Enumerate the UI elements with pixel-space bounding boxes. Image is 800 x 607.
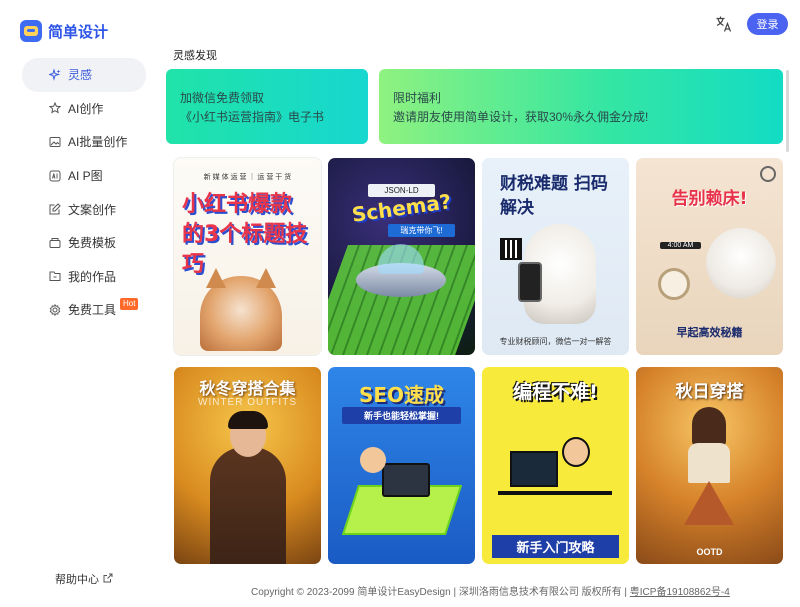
banner-line-1: 加微信免费领取 bbox=[180, 91, 265, 105]
sidebar-item-label: 我的作品 bbox=[68, 269, 117, 284]
template-icon bbox=[48, 236, 62, 250]
template-card[interactable]: JSON-LD Schema? 瑞克带你飞! bbox=[328, 158, 475, 355]
section-title: 灵感发现 bbox=[173, 50, 217, 62]
header-actions: 登录 bbox=[715, 13, 788, 35]
card-tagline: 4:00 AM bbox=[660, 242, 701, 249]
sun-icon bbox=[760, 166, 776, 182]
card-title: 秋日穿搭 bbox=[675, 382, 744, 402]
card-title: 秋冬穿搭合集 bbox=[199, 379, 296, 398]
sparkle-icon bbox=[48, 68, 62, 82]
translate-icon[interactable] bbox=[715, 15, 733, 33]
person-illustration bbox=[210, 447, 286, 564]
sidebar-item-copywriting[interactable]: 文案创作 bbox=[22, 192, 146, 226]
template-card[interactable]: 告别赖床! 4:00 AM 早起高效秘籍 bbox=[636, 158, 783, 355]
person-head bbox=[562, 437, 590, 467]
sidebar-item-templates[interactable]: 免费模板 bbox=[22, 226, 146, 260]
image-icon bbox=[48, 135, 62, 149]
phone-icon bbox=[518, 262, 542, 302]
person-hair bbox=[228, 411, 268, 429]
sidebar-nav: 灵感 AI创作 AI批量创作 AI P图 文案创作 免费模板 我的作品 免费工具… bbox=[22, 58, 146, 327]
banner-line-2: 邀请朋友使用简单设计，获取30%永久佣金分成! bbox=[393, 110, 649, 124]
card-subtitle: 专业财税顾问，微信一对一解答 bbox=[499, 337, 612, 346]
qr-code-icon bbox=[500, 238, 522, 260]
alarm-clock-icon bbox=[658, 268, 690, 300]
card-title: 编程不难! bbox=[513, 381, 598, 403]
footer-copyright: Copyright © 2023-2099 简单设计EasyDesign | 深… bbox=[251, 587, 630, 598]
person-head bbox=[360, 447, 386, 473]
template-card[interactable]: 编程不难! 新手入门攻略 bbox=[482, 367, 629, 564]
sidebar-item-free-tools[interactable]: 免费工具 Hot bbox=[22, 293, 146, 327]
template-card[interactable]: 财税难题 扫码解决 专业财税顾问，微信一对一解答 bbox=[482, 158, 629, 355]
cat-ear-left bbox=[206, 268, 226, 288]
gear-icon bbox=[48, 303, 62, 317]
desk bbox=[498, 491, 612, 495]
footer-icp-link[interactable]: 粤ICP备19108862号-4 bbox=[630, 587, 730, 598]
monitor-icon bbox=[510, 451, 558, 487]
external-link-icon bbox=[103, 573, 113, 586]
hot-badge: Hot bbox=[120, 298, 139, 311]
card-tagline: WINTER OUTFITS bbox=[198, 397, 297, 408]
template-card[interactable]: 秋日穿搭 OOTD bbox=[636, 367, 783, 564]
login-button[interactable]: 登录 bbox=[747, 13, 788, 35]
template-card[interactable]: SEO速成 新手也能轻松掌握! bbox=[328, 367, 475, 564]
laptop-icon bbox=[382, 463, 430, 497]
star-icon bbox=[48, 101, 62, 115]
ai-badge-icon bbox=[48, 169, 62, 183]
sidebar-item-ai-batch[interactable]: AI批量创作 bbox=[22, 125, 146, 159]
brand-name: 简单设计 bbox=[48, 23, 109, 41]
card-subtitle: 新手也能轻松掌握! bbox=[342, 407, 461, 424]
edit-icon bbox=[48, 202, 62, 216]
card-title: 财税难题 扫码解决 bbox=[500, 174, 608, 218]
sidebar-item-ai-photo[interactable]: AI P图 bbox=[22, 159, 146, 193]
sidebar-item-label: 灵感 bbox=[68, 68, 93, 83]
folder-icon bbox=[48, 269, 62, 283]
help-center-label: 帮助中心 bbox=[55, 574, 99, 586]
card-subtitle: OOTD bbox=[696, 547, 723, 557]
sidebar-item-ai-create[interactable]: AI创作 bbox=[22, 92, 146, 126]
person-illustration bbox=[688, 443, 730, 483]
banner-referral[interactable]: 限时福利 邀请朋友使用简单设计，获取30%永久佣金分成! bbox=[379, 69, 783, 144]
card-subtitle: 早起高效秘籍 bbox=[676, 326, 743, 339]
person-hair bbox=[692, 407, 726, 447]
card-tagline: 新 媒 体 运 营 ｜ 运 营 干 货 bbox=[203, 174, 292, 181]
template-card[interactable]: 新 媒 体 运 营 ｜ 运 营 干 货 小红书爆款的3个标题技巧 bbox=[174, 158, 321, 355]
card-title: SEO速成 bbox=[358, 383, 445, 407]
person-skirt bbox=[684, 481, 734, 525]
footer: Copyright © 2023-2099 简单设计EasyDesign | 深… bbox=[251, 583, 730, 598]
banner-line-2: 《小红书运营指南》电子书 bbox=[180, 110, 325, 124]
brand[interactable]: 简单设计 bbox=[20, 20, 108, 42]
card-title: 告别赖床! bbox=[671, 189, 748, 209]
help-center-link[interactable]: 帮助中心 bbox=[55, 571, 113, 587]
template-card[interactable]: 秋冬穿搭合集 WINTER OUTFITS bbox=[174, 367, 321, 564]
card-subtitle: 瑞克带你飞! bbox=[388, 224, 455, 237]
sidebar-item-label: AI P图 bbox=[68, 169, 103, 184]
sidebar-item-label: 免费模板 bbox=[68, 236, 117, 251]
brand-logo bbox=[20, 20, 42, 42]
sidebar-item-label: 免费工具 bbox=[68, 303, 117, 318]
sheep-illustration bbox=[706, 228, 776, 298]
cat-ear-right bbox=[256, 268, 276, 288]
sidebar: 简单设计 灵感 AI创作 AI批量创作 AI P图 文案创作 免费模板 我的作品… bbox=[0, 0, 160, 607]
sidebar-item-my-works[interactable]: 我的作品 bbox=[22, 260, 146, 294]
sidebar-item-label: AI创作 bbox=[68, 101, 104, 116]
card-subtitle: 新手入门攻略 bbox=[492, 535, 619, 558]
sidebar-item-inspiration[interactable]: 灵感 bbox=[22, 58, 146, 92]
banner-wechat-ebook[interactable]: 加微信免费领取 《小红书运营指南》电子书 bbox=[166, 69, 368, 144]
card-title: 小红书爆款的3个标题技巧 bbox=[182, 192, 308, 277]
scrollbar[interactable] bbox=[786, 70, 789, 152]
banner-line-1: 限时福利 bbox=[393, 91, 442, 105]
sidebar-item-label: 文案创作 bbox=[68, 202, 117, 217]
sidebar-item-label: AI批量创作 bbox=[68, 135, 128, 150]
